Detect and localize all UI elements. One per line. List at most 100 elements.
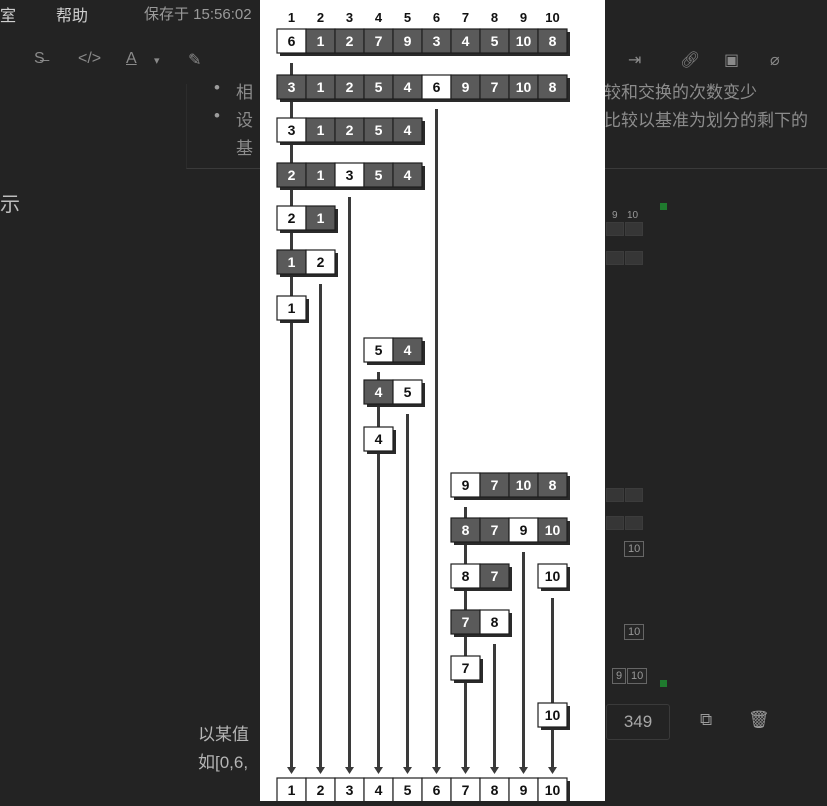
array-cell: 10 (508, 28, 541, 56)
link-icon[interactable]: 🔗︎ (680, 50, 700, 70)
cell-value: 1 (288, 782, 296, 798)
cell-value: 2 (288, 210, 296, 226)
cell-value: 5 (375, 167, 383, 183)
array-cell: 8 (537, 28, 570, 56)
cell-value: 5 (375, 79, 383, 95)
sorted-cell: 10 (537, 777, 570, 805)
sorted-cell: 7 (450, 777, 483, 805)
ghost-row (606, 516, 644, 535)
partition-row: 1 (276, 295, 309, 323)
cell-value: 9 (462, 79, 470, 95)
body-text: 如[0,6, (198, 753, 249, 772)
cell-value: 2 (346, 122, 354, 138)
cell-value: 7 (491, 79, 499, 95)
array-cell: 4 (392, 74, 425, 102)
side-heading: 示 (0, 194, 20, 216)
partition-row: 9 7 10 8 (450, 472, 570, 500)
chevron-down-icon[interactable]: ▾ (154, 54, 160, 67)
attachment-icon[interactable]: ⌀ (770, 50, 780, 70)
array-cell: 1 (276, 249, 309, 277)
array-cell: 3 (276, 117, 309, 145)
highlight-icon[interactable]: ✎ (188, 50, 201, 70)
sorted-cell: 5 (392, 777, 425, 805)
array-cell: 6 (421, 74, 454, 102)
partition-row: 7 (450, 655, 483, 683)
cell-value: 7 (462, 614, 470, 630)
sorted-cell: 3 (334, 777, 367, 805)
array-cell: 2 (334, 28, 367, 56)
partition-row: 10 (537, 563, 570, 591)
cell-value: 10 (516, 33, 532, 49)
save-status: 保存于 15:56:02 (144, 6, 252, 23)
bullet-text-left: 设 (236, 111, 253, 130)
green-marker (660, 680, 667, 687)
array-cell: 3 (421, 28, 454, 56)
array-cell: 10 (537, 563, 570, 591)
column-header-number: 2 (317, 10, 324, 25)
array-cell: 4 (392, 117, 425, 145)
array-cell: 10 (537, 517, 570, 545)
array-cell: 2 (334, 117, 367, 145)
sorted-cell: 8 (479, 777, 512, 805)
array-cell: 2 (334, 74, 367, 102)
cell-value: 8 (491, 614, 499, 630)
cell-value: 6 (433, 79, 441, 95)
array-cell: 1 (305, 28, 338, 56)
array-cell: 7 (363, 28, 396, 56)
bullet-text-left: 相 (236, 83, 253, 102)
cell-value: 10 (545, 522, 561, 538)
partition-row: 2 1 3 5 4 (276, 162, 425, 190)
cell-value: 10 (545, 782, 561, 798)
partition-row: 4 (363, 426, 396, 454)
cell-value: 2 (317, 254, 325, 270)
array-cell: 1 (276, 295, 309, 323)
array-cell: 7 (479, 563, 512, 591)
array-cell: 7 (450, 609, 483, 637)
ghost-box: 10 (624, 541, 645, 557)
array-cell: 8 (537, 472, 570, 500)
cell-value: 5 (375, 342, 383, 358)
cell-value: 10 (545, 707, 561, 723)
bullet-dot: • (214, 78, 220, 97)
cell-value: 10 (516, 477, 532, 493)
cell-value: 3 (346, 782, 354, 798)
array-cell: 3 (334, 162, 367, 190)
cell-value: 9 (520, 522, 528, 538)
image-icon[interactable]: ▣ (724, 50, 739, 70)
array-cell: 10 (537, 702, 570, 730)
quicksort-diagram: 1 2 3 4 5 6 7 8 9 10 6 1 2 7 9 3 4 5 10 8 3 1 2 5 4 6 9 7 10 8 3 1 2 5 4 2… (260, 0, 605, 805)
partition-row: 12 (276, 249, 338, 277)
font-color-icon[interactable]: A (126, 50, 137, 68)
column-header-number: 7 (462, 10, 469, 25)
menu-item-view[interactable]: 室 (0, 2, 16, 26)
menu-item-help[interactable]: 帮助 (56, 2, 88, 26)
array-cell: 10 (508, 74, 541, 102)
array-cell: 9 (392, 28, 425, 56)
partition-row: 78 (450, 609, 512, 637)
column-header-number: 10 (545, 10, 559, 25)
cell-value: 9 (404, 33, 412, 49)
partition-row: 54 (363, 337, 425, 365)
cell-value: 1 (317, 122, 325, 138)
trash-icon[interactable]: 🗑︎ (748, 710, 770, 730)
cell-value: 10 (545, 568, 561, 584)
array-cell: 4 (363, 379, 396, 407)
strikethrough-icon[interactable]: S̶ (34, 50, 45, 68)
cell-value: 1 (317, 167, 325, 183)
cell-value: 7 (375, 33, 383, 49)
array-cell: 1 (305, 74, 338, 102)
partition-row: 21 (276, 205, 338, 233)
ghost-box: 10 (627, 668, 648, 684)
cell-value: 3 (346, 167, 354, 183)
cell-value: 7 (462, 660, 470, 676)
column-header-number: 3 (346, 10, 353, 25)
array-cell: 3 (276, 74, 309, 102)
replace-icon[interactable]: ⧉ (700, 710, 712, 730)
array-cell: 2 (276, 205, 309, 233)
indent-icon[interactable]: ⇥ (628, 50, 641, 70)
cell-value: 4 (404, 122, 412, 138)
ghost-box: 9 (612, 668, 627, 684)
page-count[interactable]: 349 (606, 704, 670, 740)
code-icon[interactable]: </> (78, 50, 101, 68)
array-cell: 4 (392, 337, 425, 365)
